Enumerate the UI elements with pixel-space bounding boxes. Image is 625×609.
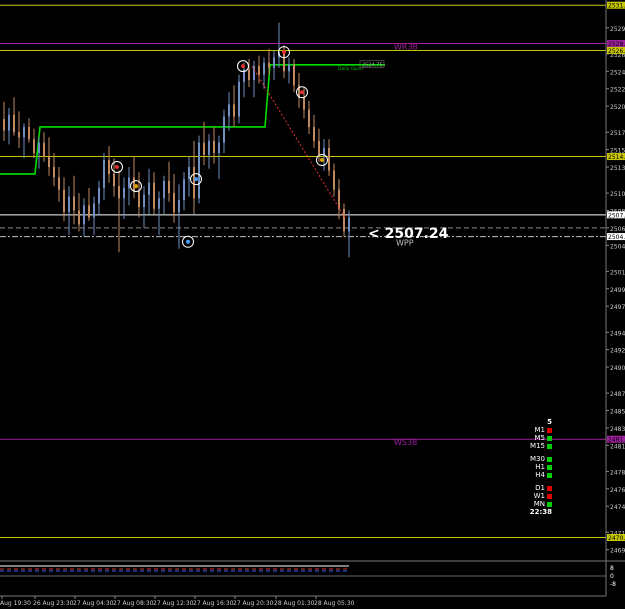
price-tick-label: 2497. <box>610 304 625 311</box>
price-tick-label: 2501. <box>610 269 625 276</box>
tf-d1: D1 <box>512 484 552 492</box>
signal-marker-dot <box>300 90 304 95</box>
level-label: WS38 <box>394 438 417 447</box>
level-price-box-label: 2470. <box>608 535 625 542</box>
price-tick-label: 2474. <box>610 504 625 511</box>
timeframe-panel: 5 M1 M5 M15 M30 H1 H4 D1 W1 MN 22:38 <box>512 418 552 516</box>
price-tick-label: 2506. <box>610 226 625 233</box>
daily-open-label: Daily Open <box>338 66 363 72</box>
level-price-box-label: 2507. <box>608 212 625 219</box>
time-tick-label: 27 Aug 20:30 <box>233 600 274 607</box>
price-tick-label: 2510. <box>610 191 625 198</box>
price-tick-label: 2487. <box>610 391 625 398</box>
time-tick-label: 27 Aug 12:30 <box>153 600 194 607</box>
tf-h4: H4 <box>512 471 552 479</box>
signal-marker-dot <box>282 50 286 55</box>
current-price-label: < 2507.24 <box>368 226 449 242</box>
time-tick-label: 28 Aug 01:30 <box>274 600 315 607</box>
price-tick-label: 2492. <box>610 348 625 355</box>
signal-marker-dot <box>115 164 119 169</box>
price-tick-label: 2494. <box>610 330 625 337</box>
time-tick-label: Aug 19:30 <box>0 600 31 607</box>
tf-count: 5 <box>547 418 552 426</box>
indicator-tick-label: -8 <box>610 581 616 588</box>
tf-m30: M30 <box>512 455 552 463</box>
price-tick-label: 2483. <box>610 426 625 433</box>
price-tick-label: 2469. <box>610 548 625 555</box>
time-tick-label: 26 Aug 23:30 <box>33 600 74 607</box>
price-tick-label: 2517. <box>610 130 625 137</box>
tf-m5: M5 <box>512 434 552 442</box>
price-tick-label: 2476. <box>610 487 625 494</box>
tf-h1: H1 <box>512 463 552 471</box>
level-price-box-label: 2531. <box>608 3 625 10</box>
time-tick-label: 27 Aug 04:30 <box>73 600 114 607</box>
tf-m1: M1 <box>512 426 552 434</box>
price-tick-label: 2485. <box>610 409 625 416</box>
level-price-box-label: 2528. <box>608 41 625 48</box>
daily-open-value: 2524.75 <box>362 62 383 68</box>
price-tick-label: 2490. <box>610 365 625 372</box>
price-tick-label: 2504. <box>610 243 625 250</box>
price-tick-label: 2524. <box>610 69 625 76</box>
price-tick-label: 2522. <box>610 87 625 94</box>
price-tick-label: 2529. <box>610 26 625 33</box>
price-tick-label: 2478. <box>610 469 625 476</box>
level-price-box-label: 2481. <box>608 437 625 444</box>
indicator-tick-label: 8 <box>610 565 614 572</box>
signal-marker-dot <box>320 158 324 163</box>
tf-w1: W1 <box>512 492 552 500</box>
time-tick-label: 27 Aug 08:30 <box>113 600 154 607</box>
signal-marker-dot <box>186 239 190 244</box>
price-tick-label: 2499. <box>610 287 625 294</box>
price-tick-label: 2520. <box>610 104 625 111</box>
level-price-box-label: 2514. <box>608 154 625 161</box>
signal-marker-dot <box>241 64 245 69</box>
signal-marker-dot <box>194 177 198 182</box>
price-tick-label: 2513. <box>610 165 625 172</box>
time-tick-label: 28 Aug 05:30 <box>314 600 355 607</box>
level-price-box-label: 2526. <box>608 48 625 55</box>
level-price-box-label: 2504. <box>608 234 625 241</box>
price-tick-label: 2481. <box>610 443 625 450</box>
time-tick-label: 27 Aug 16:30 <box>193 600 234 607</box>
tf-mn: MN <box>512 500 552 508</box>
indicator-tick-label: 0 <box>610 573 614 580</box>
tf-countdown: 22:38 <box>529 508 552 516</box>
signal-marker-dot <box>134 184 138 189</box>
tf-m15: M15 <box>512 442 552 450</box>
price-chart[interactable]: WR38WPPWS38 Daily Open2524.75 2529.2526.… <box>0 0 625 609</box>
